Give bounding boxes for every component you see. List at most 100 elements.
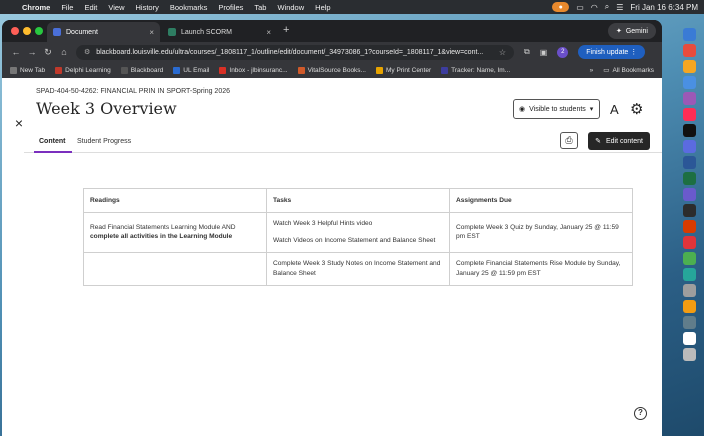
gemini-button[interactable]: ✦ Gemini	[607, 23, 656, 39]
profile-avatar[interactable]: 2	[557, 46, 569, 58]
sparkle-icon: ✦	[615, 28, 622, 35]
reading-bold-text: complete all activities in the Learning …	[90, 233, 233, 241]
menu-tab[interactable]: Tab	[254, 3, 266, 12]
dock-app-icon[interactable]	[683, 220, 696, 233]
tab-content[interactable]: Content	[39, 138, 65, 145]
task-item: Watch Videos on Income Statement and Bal…	[273, 236, 436, 244]
assignments-cell: Complete Week 3 Quiz by Sunday, January …	[449, 212, 633, 253]
dock-app-icon[interactable]	[683, 236, 696, 249]
dock-app-icon[interactable]	[683, 188, 696, 201]
edit-content-button[interactable]: ✎ Edit content	[588, 132, 650, 150]
active-tab-indicator	[34, 151, 72, 153]
dock-app-icon[interactable]	[683, 172, 696, 185]
bookmark-label: Delphi Learning	[65, 66, 111, 74]
tab-strip: Document × Launch SCORM × + ✦ Gemini	[2, 20, 662, 42]
bookmark-label: UL Email	[183, 66, 210, 74]
menu-window[interactable]: Window	[277, 3, 304, 12]
close-tab-icon[interactable]: ×	[266, 28, 271, 37]
scorm-favicon-icon	[168, 28, 176, 36]
bookmark-ul-email[interactable]: UL Email	[173, 66, 210, 74]
tab-launch-scorm[interactable]: Launch SCORM ×	[162, 22, 277, 42]
tasks-cell: Watch Week 3 Helpful Hints video Watch V…	[266, 212, 450, 253]
dock-app-icon[interactable]	[683, 252, 696, 265]
gemini-label: Gemini	[625, 27, 648, 35]
bookmark-blackboard[interactable]: Blackboard	[120, 66, 163, 74]
dock-app-icon[interactable]	[683, 348, 696, 361]
bookmark-star-icon[interactable]: ☆	[499, 48, 506, 57]
bookmark-delphi[interactable]: Delphi Learning	[55, 66, 111, 74]
dock-app-icon[interactable]	[683, 332, 696, 345]
print-icon[interactable]: ⎙	[560, 132, 578, 149]
dock-app-icon[interactable]	[683, 124, 696, 137]
dock-app-icon[interactable]	[683, 92, 696, 105]
ai-design-assistant-icon[interactable]: A	[610, 102, 619, 117]
pencil-icon: ✎	[595, 138, 601, 145]
ul-logo-icon	[55, 66, 63, 74]
back-icon[interactable]: ←	[8, 47, 24, 57]
extensions-icon[interactable]: ⧉	[524, 47, 530, 57]
dock-app-icon[interactable]	[683, 268, 696, 281]
bookmark-inbox[interactable]: Inbox - jlbinsuranc...	[219, 66, 288, 74]
bookmark-label: VitalSource Books...	[307, 66, 366, 74]
search-icon[interactable]: ⌕	[605, 2, 609, 12]
gear-icon[interactable]: ⚙	[630, 100, 643, 118]
control-center-icon[interactable]: ☰	[616, 3, 623, 12]
dock-app-icon[interactable]	[683, 284, 696, 297]
zoom-window-button[interactable]	[35, 27, 43, 35]
dock-app-icon[interactable]	[683, 76, 696, 89]
menu-profiles[interactable]: Profiles	[218, 3, 243, 12]
dock-app-icon[interactable]	[683, 300, 696, 313]
all-bookmarks-folder[interactable]: ▭ All Bookmarks	[603, 66, 654, 75]
dock-app-icon[interactable]	[683, 316, 696, 329]
help-icon[interactable]: ?	[634, 407, 647, 420]
home-icon[interactable]: ⌂	[56, 47, 72, 57]
menu-help[interactable]: Help	[315, 3, 330, 12]
tab-document[interactable]: Document ×	[47, 22, 160, 42]
readings-cell: Read Financial Statements Learning Modul…	[83, 212, 267, 253]
dock	[680, 28, 700, 428]
bookmark-new-tab[interactable]: New Tab	[10, 66, 45, 74]
course-code: SPAD-404-50-4262: FINANCIAL PRIN IN SPOR…	[36, 88, 231, 95]
bookmark-tracker[interactable]: Tracker: Name, Im...	[441, 66, 510, 74]
address-bar[interactable]: ⚙ blackboard.louisville.edu/ultra/course…	[76, 44, 514, 60]
reading-text: Read Financial Statements Learning Modul…	[90, 223, 236, 231]
dock-app-icon[interactable]	[683, 204, 696, 217]
menu-edit[interactable]: Edit	[84, 3, 97, 12]
finish-update-button[interactable]: Finish update ⋮	[578, 45, 646, 59]
menu-bar: Chrome File Edit View History Bookmarks …	[0, 0, 704, 14]
dock-app-icon[interactable]	[683, 108, 696, 121]
tab-student-progress[interactable]: Student Progress	[77, 138, 131, 145]
forward-icon[interactable]: →	[24, 47, 40, 57]
bookmark-vitalsource[interactable]: VitalSource Books...	[297, 66, 366, 74]
microphone-icon[interactable]: ●	[552, 2, 570, 12]
gmail-icon	[219, 66, 227, 74]
reload-icon[interactable]: ↻	[40, 47, 56, 58]
header-readings: Readings	[83, 188, 267, 213]
menu-bookmarks[interactable]: Bookmarks	[170, 3, 208, 12]
task-item: Watch Week 3 Helpful Hints video	[273, 220, 373, 227]
menu-file[interactable]: File	[61, 3, 73, 12]
dock-app-icon[interactable]	[683, 140, 696, 153]
dock-app-icon[interactable]	[683, 156, 696, 169]
visibility-dropdown[interactable]: ◉ Visible to students ▾	[513, 99, 600, 119]
new-tab-icon[interactable]: +	[283, 24, 289, 36]
site-info-icon[interactable]: ⚙	[84, 48, 90, 56]
close-tab-icon[interactable]: ×	[149, 28, 154, 37]
wifi-icon[interactable]: ◠	[591, 3, 598, 12]
dock-app-icon[interactable]	[683, 28, 696, 41]
close-window-button[interactable]	[11, 27, 19, 35]
close-panel-icon[interactable]: ×	[11, 115, 27, 131]
bookmark-print-center[interactable]: My Print Center	[375, 66, 431, 74]
dock-app-icon[interactable]	[683, 44, 696, 57]
menu-app-name[interactable]: Chrome	[22, 3, 50, 12]
dock-app-icon[interactable]	[683, 60, 696, 73]
page-title: Week 3 Overview	[36, 99, 177, 118]
header-tasks: Tasks	[266, 188, 450, 213]
menu-history[interactable]: History	[136, 3, 159, 12]
sidepanel-icon[interactable]: ▣	[540, 48, 548, 57]
datetime[interactable]: Fri Jan 16 6:34 PM	[630, 3, 698, 12]
minimize-window-button[interactable]	[23, 27, 31, 35]
more-bookmarks-icon[interactable]: »	[590, 67, 594, 74]
menu-view[interactable]: View	[108, 3, 124, 12]
battery-icon[interactable]: ▭	[576, 3, 584, 12]
